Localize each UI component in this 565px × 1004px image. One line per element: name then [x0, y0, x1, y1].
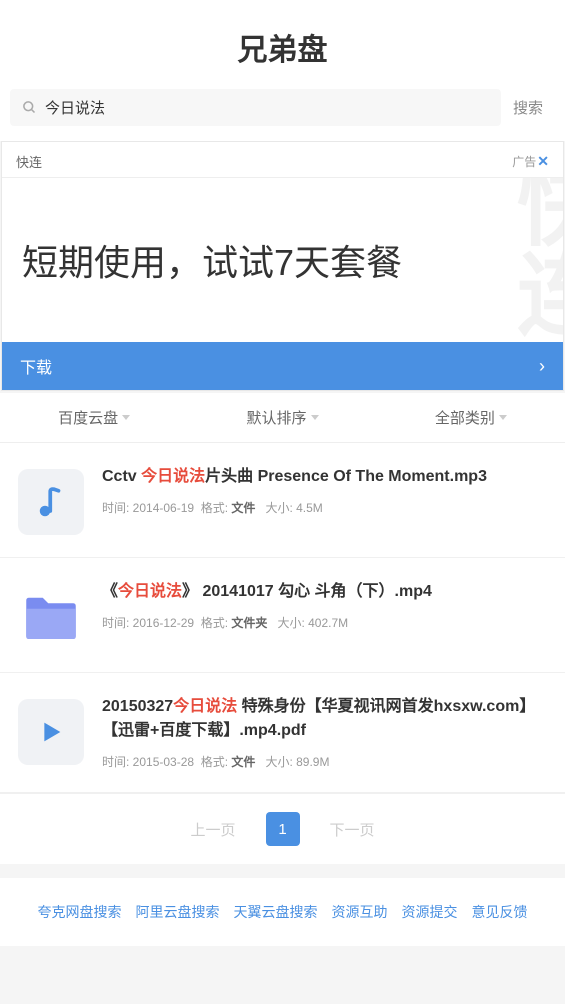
filter-source-label: 百度云盘	[58, 407, 118, 428]
ad-content[interactable]: 快连 短期使用，试试7天套餐	[2, 177, 563, 342]
caret-down-icon	[122, 415, 130, 420]
chevron-right-icon: ›	[539, 356, 545, 377]
result-list: Cctv 今日说法片头曲 Presence Of The Moment.mp3 …	[0, 443, 565, 793]
result-meta: 时间: 2015-03-28 格式: 文件 大小: 89.9M	[102, 753, 547, 770]
result-item[interactable]: Cctv 今日说法片头曲 Presence Of The Moment.mp3 …	[0, 443, 565, 558]
footer-link[interactable]: 资源互助	[332, 902, 388, 922]
site-title: 兄弟盘	[0, 25, 565, 69]
filter-category-label: 全部类别	[435, 407, 495, 428]
search-icon	[22, 100, 37, 115]
filter-sort-label: 默认排序	[246, 407, 306, 428]
filter-category[interactable]: 全部类别	[377, 393, 565, 442]
footer-link[interactable]: 阿里云盘搜索	[136, 902, 220, 922]
footer-link[interactable]: 天翼云盘搜索	[234, 902, 318, 922]
ad-headline: 短期使用，试试7天套餐	[22, 234, 402, 286]
search-input-wrap	[10, 89, 501, 126]
filter-source[interactable]: 百度云盘	[0, 393, 188, 442]
ad-bg-decoration: 快连	[512, 177, 563, 338]
video-file-icon	[18, 699, 84, 765]
filter-bar: 百度云盘 默认排序 全部类别	[0, 393, 565, 443]
result-item[interactable]: 《今日说法》 20141017 勾心 斗角（下）.mp4 时间: 2016-12…	[0, 558, 565, 673]
search-button[interactable]: 搜索	[501, 97, 555, 118]
footer-link[interactable]: 夸克网盘搜索	[38, 902, 122, 922]
search-input[interactable]	[45, 99, 489, 116]
page-current[interactable]: 1	[266, 812, 300, 846]
filter-sort[interactable]: 默认排序	[188, 393, 376, 442]
ad-tag: 广告	[512, 153, 536, 170]
folder-icon	[18, 584, 84, 650]
music-file-icon	[18, 469, 84, 535]
ad-brand-label: 快连	[16, 152, 42, 171]
caret-down-icon	[499, 415, 507, 420]
ad-banner: 快连 广告 ✕ 快连 短期使用，试试7天套餐 下载 ›	[1, 141, 564, 391]
result-meta: 时间: 2014-06-19 格式: 文件 大小: 4.5M	[102, 499, 547, 516]
footer-link[interactable]: 资源提交	[402, 902, 458, 922]
caret-down-icon	[311, 415, 319, 420]
prev-page-button[interactable]: 上一页	[190, 819, 235, 840]
footer-link[interactable]: 意见反馈	[472, 902, 528, 922]
next-page-button[interactable]: 下一页	[330, 819, 375, 840]
ad-close-icon[interactable]: ✕	[537, 153, 549, 170]
result-title: Cctv 今日说法片头曲 Presence Of The Moment.mp3	[102, 465, 547, 489]
ad-download-button[interactable]: 下载 ›	[2, 342, 563, 390]
footer-links: 夸克网盘搜索 阿里云盘搜索 天翼云盘搜索 资源互助 资源提交 意见反馈	[0, 878, 565, 946]
result-title: 20150327今日说法 特殊身份【华夏视讯网首发hxsxw.com】【迅雷+百…	[102, 695, 547, 743]
pagination: 上一页 1 下一页	[0, 793, 565, 864]
search-bar: 搜索	[0, 89, 565, 141]
result-meta: 时间: 2016-12-29 格式: 文件夹 大小: 402.7M	[102, 614, 547, 631]
result-item[interactable]: 20150327今日说法 特殊身份【华夏视讯网首发hxsxw.com】【迅雷+百…	[0, 673, 565, 793]
result-title: 《今日说法》 20141017 勾心 斗角（下）.mp4	[102, 580, 547, 604]
ad-download-label: 下载	[20, 354, 52, 378]
